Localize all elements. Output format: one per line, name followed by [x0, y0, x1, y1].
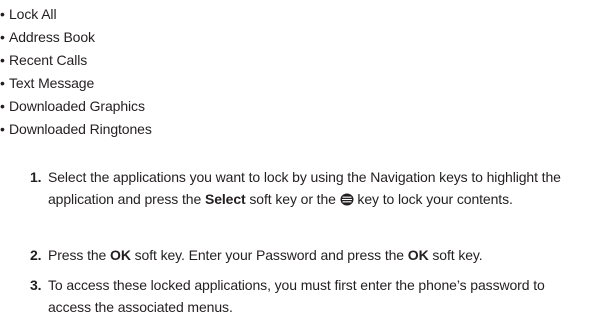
list-item-label: Downloaded Graphics — [9, 98, 145, 114]
bullet-dot: • — [0, 52, 5, 68]
list-item: • Recent Calls — [0, 49, 152, 72]
step-number: 2. — [30, 247, 42, 263]
list-item-label: Recent Calls — [9, 52, 88, 68]
list-item: • Downloaded Ringtones — [0, 118, 152, 141]
step-text: Select the applications you want to lock… — [48, 166, 588, 210]
step-text-part: soft key. Enter your Password and press … — [130, 247, 408, 263]
step-text: Press the OK soft key. Enter your Passwo… — [48, 244, 588, 266]
list-item-label: Address Book — [9, 29, 95, 45]
list-item: • Lock All — [0, 3, 152, 26]
step-1: 1. Select the applications you want to l… — [0, 166, 592, 244]
manual-page: • Lock All • Address Book • Recent Calls • T… — [0, 0, 592, 317]
list-item: • Downloaded Graphics — [0, 95, 152, 118]
bullet-dot: • — [0, 6, 5, 22]
ok-softkey-label: OK — [110, 247, 131, 263]
step-3: 3. To access these locked applications, … — [0, 274, 592, 318]
step-text-part: Press the — [48, 247, 111, 263]
step-text-part: soft key. — [428, 247, 483, 263]
list-item-label: Lock All — [9, 6, 57, 22]
step-text-part: soft key or the — [245, 191, 340, 207]
bullet-dot: • — [0, 121, 5, 137]
step-text-part: key to lock your contents. — [353, 191, 513, 207]
step-text: To access these locked applications, you… — [48, 274, 588, 318]
step-text-part: To access these locked applications, you… — [48, 277, 545, 315]
select-softkey-label: Select — [204, 191, 246, 207]
bullet-dot: • — [0, 98, 5, 114]
list-item-label: Text Message — [9, 75, 95, 91]
list-item: • Address Book — [0, 26, 152, 49]
ok-key-icon — [340, 193, 354, 206]
step-number: 3. — [30, 277, 42, 293]
list-item: • Text Message — [0, 72, 152, 95]
list-item-label: Downloaded Ringtones — [9, 121, 152, 137]
bullet-dot: • — [0, 29, 5, 45]
step-2: 2. Press the OK soft key. Enter your Pas… — [0, 244, 592, 274]
lockable-apps-list: • Lock All • Address Book • Recent Calls • T… — [0, 3, 152, 141]
step-number: 1. — [30, 169, 42, 185]
instruction-steps: 1. Select the applications you want to l… — [0, 166, 592, 318]
bullet-dot: • — [0, 75, 5, 91]
ok-softkey-label: OK — [407, 247, 429, 263]
